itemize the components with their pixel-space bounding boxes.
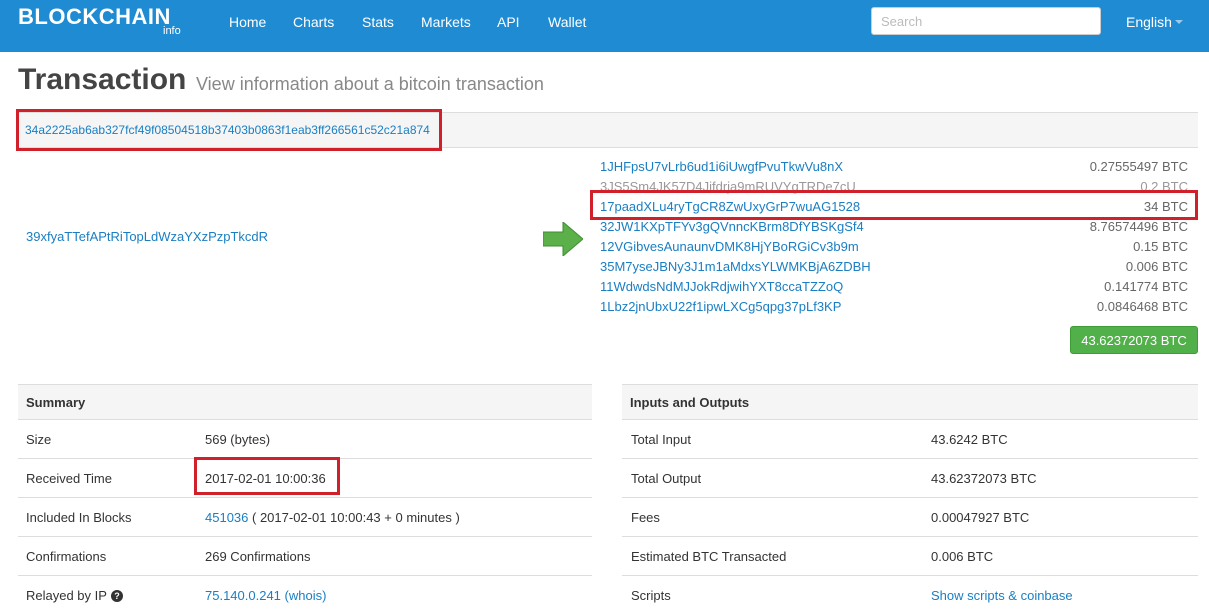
output-row: 11WdwdsNdMJJokRdjwihYXT8ccaTZZoQ 0.14177… bbox=[600, 277, 1198, 297]
row-key: Included In Blocks bbox=[26, 510, 132, 525]
block-link[interactable]: 451036 bbox=[205, 510, 248, 525]
output-row: 3JS5Sm4JK57D4Jifdrja9mRUVYgTRDe7cU 0.2 B… bbox=[600, 177, 1198, 197]
tx-hash-link[interactable]: 34a2225ab6ab327fcf49f08504518b37403b0863… bbox=[25, 123, 430, 137]
row-key: Total Input bbox=[631, 432, 691, 447]
row-key: Received Time bbox=[26, 471, 112, 486]
row-key: Fees bbox=[631, 510, 660, 525]
summary-header: Summary bbox=[18, 384, 592, 420]
tx-hash-row: 34a2225ab6ab327fcf49f08504518b37403b0863… bbox=[18, 112, 1198, 148]
nav-home[interactable]: Home bbox=[229, 14, 266, 30]
top-navbar: BLOCKCHAIN info Home Charts Stats Market… bbox=[0, 0, 1209, 52]
row-value: 43.62372073 BTC bbox=[931, 471, 1037, 486]
table-row: Total Output 43.62372073 BTC bbox=[622, 459, 1198, 498]
table-row: Estimated BTC Transacted 0.006 BTC bbox=[622, 537, 1198, 576]
row-value: 0.00047927 BTC bbox=[931, 510, 1030, 525]
output-address[interactable]: 1Lbz2jnUbxU22f1ipwLXCg5qpg37pLf3KP bbox=[600, 299, 841, 314]
row-key: Total Output bbox=[631, 471, 702, 486]
output-row: 12VGibvesAunaunvDMK8HjYBoRGiCv3b9m 0.15 … bbox=[600, 237, 1198, 257]
row-key: Confirmations bbox=[26, 549, 107, 564]
output-address[interactable]: 17paadXLu4ryTgCR8ZwUxyGrP7wuAG1528 bbox=[600, 199, 860, 214]
output-address[interactable]: 1JHFpsU7vLrb6ud1i6iUwgfPvuTkwVu8nX bbox=[600, 159, 843, 174]
output-amount: 34 BTC bbox=[1143, 199, 1188, 214]
output-amount: 0.006 BTC bbox=[1125, 259, 1188, 274]
row-value: 2017-02-01 10:00:36 bbox=[205, 471, 326, 486]
page-title: Transaction bbox=[18, 63, 187, 96]
nav-markets[interactable]: Markets bbox=[421, 14, 471, 30]
nav-stats[interactable]: Stats bbox=[362, 14, 394, 30]
row-value: 0.006 BTC bbox=[931, 549, 994, 564]
total-output-button[interactable]: 43.62372073 BTC bbox=[1070, 326, 1198, 354]
nav-charts[interactable]: Charts bbox=[293, 14, 334, 30]
output-row: 1JHFpsU7vLrb6ud1i6iUwgfPvuTkwVu8nX 0.275… bbox=[600, 157, 1198, 177]
output-amount: 0.141774 BTC bbox=[1104, 279, 1188, 294]
nav-api[interactable]: API bbox=[497, 14, 520, 30]
io-header: Inputs and Outputs bbox=[622, 384, 1198, 420]
table-row: Confirmations 269 Confirmations bbox=[18, 537, 592, 576]
output-address[interactable]: 12VGibvesAunaunvDMK8HjYBoRGiCv3b9m bbox=[600, 239, 859, 254]
table-row: Received Time 2017-02-01 10:00:36 bbox=[18, 459, 592, 498]
output-address[interactable]: 35M7yseJBNy3J1m1aMdxsYLWMKBjA6ZDBH bbox=[600, 259, 871, 274]
show-scripts-link[interactable]: Show scripts & coinbase bbox=[931, 588, 1073, 603]
row-value: 451036 ( 2017-02-01 10:00:43 + 0 minutes… bbox=[205, 510, 460, 525]
row-key: Scripts bbox=[631, 588, 671, 603]
output-amount: 0.2 BTC bbox=[1140, 179, 1188, 194]
brand-sub: info bbox=[163, 25, 181, 37]
table-row: Scripts Show scripts & coinbase bbox=[622, 576, 1198, 612]
table-row: Fees 0.00047927 BTC bbox=[622, 498, 1198, 537]
output-amount: 0.27555497 BTC bbox=[1089, 159, 1188, 174]
block-time: ( 2017-02-01 10:00:43 + 0 minutes ) bbox=[248, 510, 460, 525]
output-row: 35M7yseJBNy3J1m1aMdxsYLWMKBjA6ZDBH 0.006… bbox=[600, 257, 1198, 277]
input-address[interactable]: 39xfyaTTefAPtRiTopLdWzaYXzPzpTkcdR bbox=[26, 229, 268, 244]
output-address[interactable]: 11WdwdsNdMJJokRdjwihYXT8ccaTZZoQ bbox=[600, 279, 843, 294]
row-value: 269 Confirmations bbox=[205, 549, 311, 564]
relay-ip-link[interactable]: 75.140.0.241 (whois) bbox=[205, 588, 326, 603]
output-amount: 0.0846468 BTC bbox=[1096, 299, 1188, 314]
nav-wallet[interactable]: Wallet bbox=[548, 14, 586, 30]
row-value: 43.6242 BTC bbox=[931, 432, 1008, 447]
output-address[interactable]: 3JS5Sm4JK57D4Jifdrja9mRUVYgTRDe7cU bbox=[600, 179, 856, 194]
language-selector[interactable]: English bbox=[1126, 14, 1172, 30]
output-amount: 8.76574496 BTC bbox=[1089, 219, 1188, 234]
chevron-down-icon[interactable] bbox=[1175, 20, 1183, 24]
row-value: 569 (bytes) bbox=[205, 432, 271, 447]
brand-logo[interactable]: BLOCKCHAIN bbox=[18, 4, 171, 30]
table-row: Total Input 43.6242 BTC bbox=[622, 420, 1198, 459]
table-row: Relayed by IP? 75.140.0.241 (whois) bbox=[18, 576, 592, 612]
row-key: Relayed by IP? bbox=[26, 588, 123, 603]
table-row: Included In Blocks 451036 ( 2017-02-01 1… bbox=[18, 498, 592, 537]
page-subtitle: View information about a bitcoin transac… bbox=[196, 74, 544, 94]
output-row: 32JW1KXpTFYv3gQVnncKBrm8DfYBSKgSf4 8.765… bbox=[600, 217, 1198, 237]
search-input[interactable] bbox=[871, 7, 1101, 35]
table-row: Size 569 (bytes) bbox=[18, 420, 592, 459]
row-key: Estimated BTC Transacted bbox=[631, 549, 787, 564]
output-row: 17paadXLu4ryTgCR8ZwUxyGrP7wuAG1528 34 BT… bbox=[600, 197, 1198, 217]
output-address[interactable]: 32JW1KXpTFYv3gQVnncKBrm8DfYBSKgSf4 bbox=[600, 219, 864, 234]
output-row: 1Lbz2jnUbxU22f1ipwLXCg5qpg37pLf3KP 0.084… bbox=[600, 297, 1198, 317]
row-key: Size bbox=[26, 432, 52, 447]
output-amount: 0.15 BTC bbox=[1133, 239, 1188, 254]
arrow-right-icon bbox=[543, 222, 583, 256]
help-icon[interactable]: ? bbox=[110, 590, 123, 602]
